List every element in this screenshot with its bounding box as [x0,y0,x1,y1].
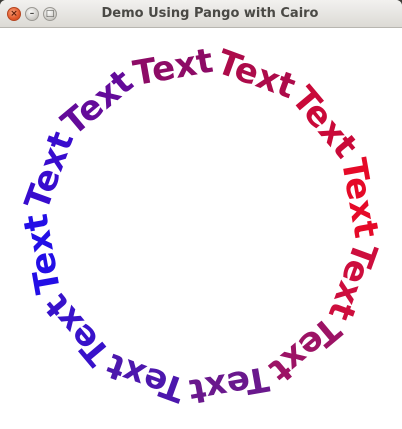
ring-word: Text [212,42,301,107]
ring-word: Text [283,79,365,166]
ring-word: Text [17,127,82,216]
application-window: × – □ Demo Using Pango with Cairo Text Te… [0,0,402,429]
title-bar[interactable]: × – □ Demo Using Pango with Cairo [0,0,402,28]
ring-word: Text [261,308,348,390]
text-ring: TextTextTextTextTextTextTextTextTextText… [16,41,386,411]
window-title: Demo Using Pango with Cairo [101,6,319,21]
ring-word: Text [186,358,272,411]
ring-word: Text [16,211,69,297]
ring-word: Text [102,345,191,410]
ring-word: Text [37,286,119,373]
ring-word: Text [130,41,216,94]
ring-word: Text [333,155,386,241]
ring-word: Text [320,237,385,326]
ring-word: Text [54,62,141,144]
drawing-canvas: Text Text Text Text Text Text Text Text Text Text… [0,28,402,429]
